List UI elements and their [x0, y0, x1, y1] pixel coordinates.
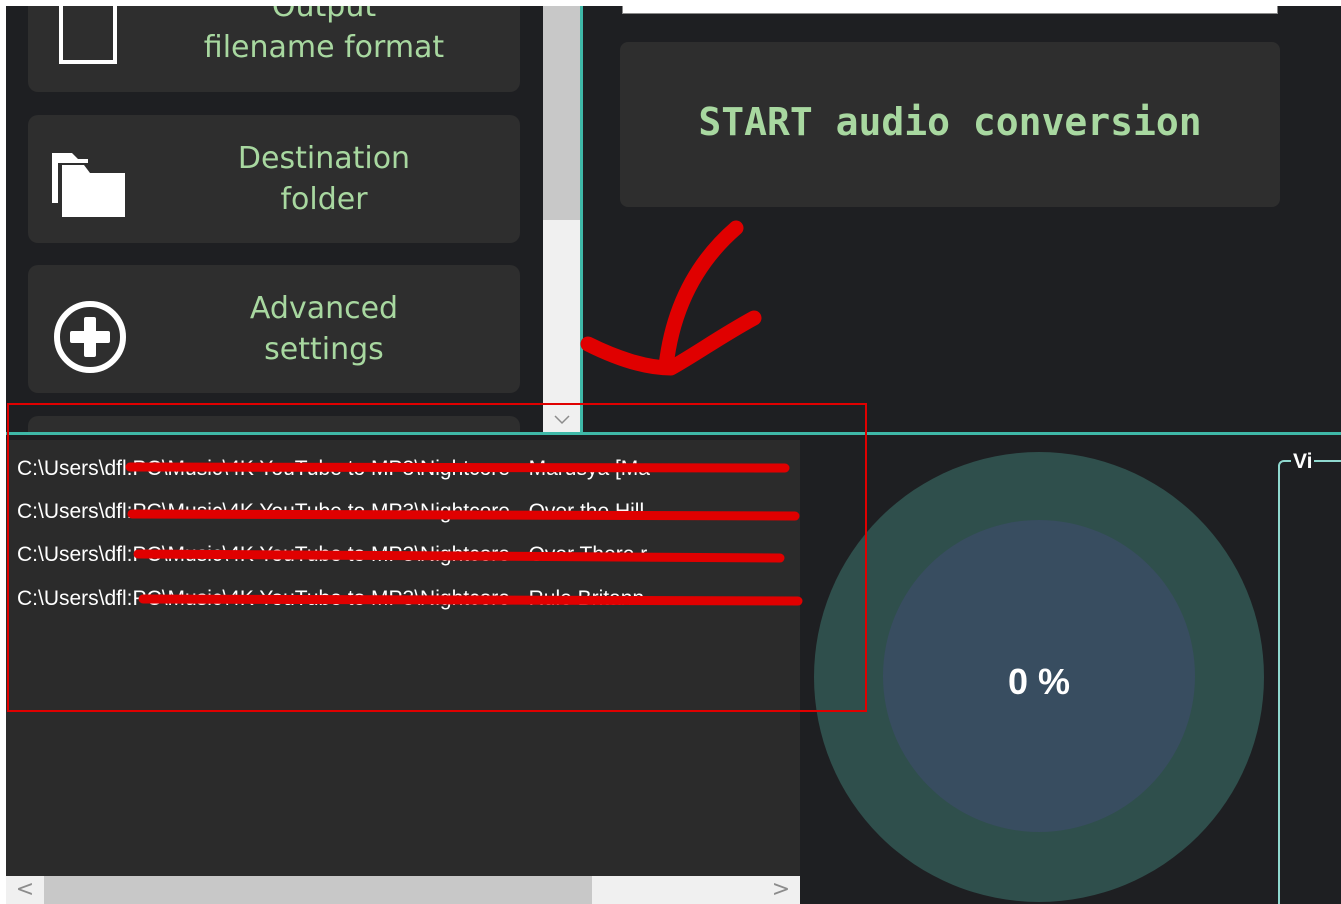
- folder-icon: [50, 151, 128, 225]
- advanced-settings-label: Advanced settings: [249, 291, 399, 367]
- group-box-title: Vi: [1291, 449, 1315, 475]
- list-item[interactable]: C:\Users\dfl:PC\Music\4K YouTube to MP3\…: [17, 454, 650, 484]
- chevron-down-icon[interactable]: [543, 406, 580, 432]
- sidebar: Output filename format Destination folde…: [6, 6, 543, 432]
- plus-circle-icon: [52, 299, 128, 379]
- list-item[interactable]: C:\Users\dfl:PC\Music\4K YouTube to MP3\…: [17, 584, 644, 614]
- progress-percentage: 0 %: [1007, 661, 1071, 702]
- sidebar-partial-button[interactable]: [28, 416, 520, 432]
- app-window: Output filename format Destination folde…: [6, 6, 1341, 904]
- scrollbar-thumb[interactable]: [543, 6, 580, 220]
- group-box: [1278, 460, 1341, 904]
- output-filename-format-button[interactable]: Output filename format: [28, 6, 520, 92]
- annotation-arrow-head: [580, 310, 762, 376]
- panel-divider-horizontal: [6, 432, 1341, 435]
- destination-folder-button[interactable]: Destination folder: [28, 115, 520, 243]
- top-input-field[interactable]: [622, 6, 1278, 14]
- chevron-left-icon[interactable]: <: [10, 876, 40, 904]
- progress-indicator: 0 %: [814, 452, 1264, 904]
- destination-folder-label: Destination folder: [237, 141, 411, 217]
- panel-divider-vertical: [580, 6, 583, 433]
- advanced-settings-button[interactable]: Advanced settings: [28, 265, 520, 393]
- list-item[interactable]: C:\Users\dfl:PC\Music\4K YouTube to MP3\…: [17, 540, 647, 570]
- annotation-arrow: [658, 220, 744, 374]
- chevron-right-icon[interactable]: >: [766, 876, 796, 904]
- scrollbar-thumb[interactable]: [44, 876, 592, 904]
- start-audio-conversion-button[interactable]: START audio conversion: [620, 42, 1280, 207]
- file-icon: [58, 6, 118, 70]
- file-list-horizontal-scrollbar[interactable]: < >: [6, 876, 800, 904]
- file-list[interactable]: C:\Users\dfl:PC\Music\4K YouTube to MP3\…: [6, 440, 800, 876]
- list-item[interactable]: C:\Users\dfl:PC\Music\4K YouTube to MP3\…: [17, 497, 644, 527]
- output-filename-format-label: Output filename format: [203, 6, 445, 65]
- sidebar-vertical-scrollbar[interactable]: [543, 6, 580, 432]
- start-button-label: START audio conversion: [698, 100, 1202, 144]
